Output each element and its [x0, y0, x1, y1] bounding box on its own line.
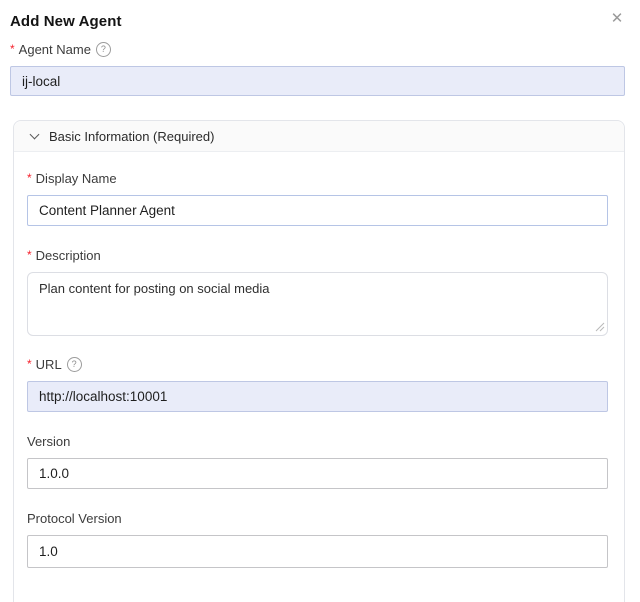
- protocol-version-label-row: Protocol Version: [27, 511, 608, 526]
- protocol-version-label: Protocol Version: [27, 511, 122, 526]
- help-icon[interactable]: ?: [96, 42, 111, 57]
- basic-information-panel: Basic Information (Required) * Display N…: [13, 120, 625, 602]
- url-input[interactable]: [27, 381, 608, 412]
- basic-information-body: * Display Name * Description Plan conten…: [14, 152, 624, 602]
- page-title: Add New Agent: [10, 13, 625, 30]
- url-field: * URL ?: [27, 357, 608, 412]
- basic-information-section-header[interactable]: Basic Information (Required): [14, 121, 624, 152]
- display-name-field: * Display Name: [27, 171, 608, 226]
- agent-name-label: Agent Name: [19, 42, 91, 57]
- url-label: URL: [36, 357, 62, 372]
- close-icon[interactable]: ✕: [607, 8, 627, 28]
- description-label-row: * Description: [27, 248, 608, 263]
- version-label: Version: [27, 434, 70, 449]
- basic-information-section-title: Basic Information (Required): [49, 129, 214, 144]
- chevron-down-icon: [30, 130, 40, 140]
- add-new-agent-modal: Add New Agent ✕ * Agent Name ? Basic Inf…: [0, 0, 640, 602]
- display-name-input[interactable]: [27, 195, 608, 226]
- description-field: * Description Plan content for posting o…: [27, 248, 608, 336]
- version-input[interactable]: [27, 458, 608, 489]
- required-marker: *: [27, 357, 32, 371]
- display-name-label-row: * Display Name: [27, 171, 608, 186]
- version-field: Version: [27, 434, 608, 489]
- required-marker: *: [27, 171, 32, 185]
- required-marker: *: [10, 42, 15, 56]
- display-name-label: Display Name: [36, 171, 117, 186]
- required-marker: *: [27, 248, 32, 262]
- protocol-version-field: Protocol Version: [27, 511, 608, 568]
- agent-name-label-row: * Agent Name ?: [10, 42, 625, 57]
- help-icon[interactable]: ?: [67, 357, 82, 372]
- description-textarea[interactable]: Plan content for posting on social media: [27, 272, 608, 336]
- version-label-row: Version: [27, 434, 608, 449]
- description-label: Description: [36, 248, 101, 263]
- url-label-row: * URL ?: [27, 357, 608, 372]
- agent-name-input[interactable]: [10, 66, 625, 96]
- protocol-version-input[interactable]: [27, 535, 608, 568]
